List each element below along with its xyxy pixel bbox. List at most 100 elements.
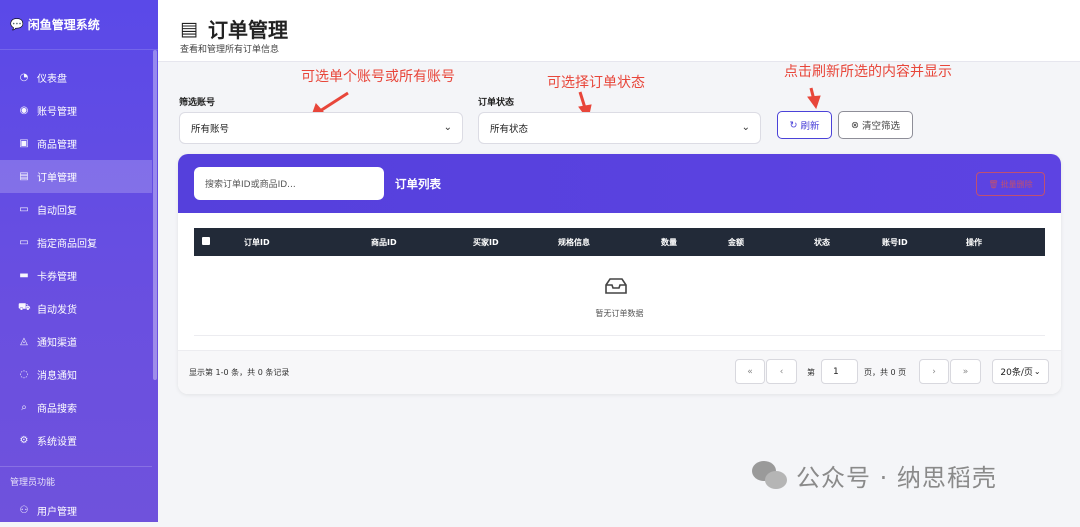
sidebar-item-label: 自动回复 (37, 206, 77, 217)
sidebar-item-label: 卡券管理 (37, 272, 77, 283)
search-icon: ⌕ (21, 402, 27, 413)
sidebar-item-label: 商品管理 (37, 140, 77, 151)
column-header[interactable]: 状态 (814, 237, 830, 248)
order-search-input[interactable]: 搜索订单ID或商品ID... (194, 167, 384, 200)
column-header[interactable]: 订单ID (244, 237, 270, 248)
sidebar-item-7[interactable]: ▬ 卡券管理 (0, 259, 152, 292)
sidebar-item-3[interactable]: ▣ 商品管理 (0, 127, 152, 160)
message-dots-icon: ◌ (19, 369, 29, 380)
status-select[interactable]: 所有状态 ⌄ (478, 112, 761, 144)
status-select-value: 所有状态 (490, 124, 529, 135)
column-header[interactable]: 操作 (966, 237, 982, 248)
sidebar-item-10[interactable]: ◌ 消息通知 (0, 358, 152, 391)
card-icon: ▬ (19, 270, 29, 281)
admin-section-label: 管理员功能 (0, 466, 152, 488)
column-header[interactable]: 商品ID (371, 237, 397, 248)
select-all-checkbox[interactable] (202, 237, 210, 245)
chevron-down-icon: ⌄ (741, 122, 750, 133)
inbox-icon (604, 278, 628, 298)
arrow-head-refresh (807, 95, 821, 110)
chat-icon: ▭ (19, 204, 29, 215)
empty-state: 暂无订单数据 (194, 256, 1045, 336)
first-page-button[interactable]: « (735, 359, 765, 384)
sidebar-item-5[interactable]: ▭ 自动回复 (0, 193, 152, 226)
truck-icon: ⛟ (18, 302, 31, 313)
clear-filter-label: 清空筛选 (861, 121, 900, 132)
dashboard-icon: ◔ (19, 72, 29, 83)
arrow-line-account (319, 91, 349, 113)
user-circle-icon: ◉ (19, 105, 29, 116)
order-list-card: 搜索订单ID或商品ID... 订单列表 🗑 批量删除 订单ID 商品ID 买家ID 规… (178, 154, 1061, 394)
sidebar-item-8[interactable]: ⛟ 自动发货 (0, 292, 152, 325)
chevron-left-icon: ‹ (779, 366, 784, 377)
column-header[interactable]: 金额 (728, 237, 744, 248)
status-filter-label: 订单状态 (478, 98, 515, 108)
bulk-delete-label: 批量删除 (1000, 179, 1033, 189)
sidebar-item-11[interactable]: ⌕ 商品搜索 (0, 391, 152, 424)
sidebar-item-label: 仪表盘 (37, 74, 67, 85)
sidebar-item-label: 消息通知 (37, 371, 77, 382)
search-placeholder: 搜索订单ID或商品ID... (205, 180, 296, 190)
sidebar-item-label: 自动发货 (37, 305, 77, 316)
app-title-text: 闲鱼管理系统 (27, 18, 100, 32)
bell-icon: ◬ (20, 336, 28, 347)
admin-item-label: 用户管理 (37, 507, 77, 518)
wechat-icon (752, 460, 788, 491)
sidebar-item-label: 指定商品回复 (37, 239, 97, 250)
refresh-icon: ↻ (789, 119, 798, 131)
refresh-button-label: 刷新 (800, 121, 820, 132)
sidebar-nav: ◔ 仪表盘 ◉ 账号管理 ▣ 商品管理 ▤ 订单管理 ▭ 自动回复 ▭ 指定商品回复 ▬ 卡券管理 ⛟ 自动发… (0, 61, 152, 457)
double-chevron-right-icon: » (962, 366, 969, 377)
sidebar-item-4[interactable]: ▤ 订单管理 (0, 160, 152, 193)
trash-icon: 🗑 (988, 179, 999, 189)
table-header: 订单ID 商品ID 买家ID 规格信息 数量 金额 状态 账号ID 操作 (194, 228, 1045, 256)
sidebar-item-9[interactable]: ◬ 通知渠道 (0, 325, 152, 358)
sidebar-item-12[interactable]: ⚙ 系统设置 (0, 424, 152, 457)
chevron-right-icon: › (932, 366, 936, 377)
order-list-icon: ▤ (19, 171, 29, 182)
card-title: 订单列表 (395, 177, 441, 191)
last-page-button[interactable]: » (950, 359, 981, 384)
prev-page-button[interactable]: ‹ (766, 359, 797, 384)
refresh-button[interactable]: ↻ 刷新 (777, 111, 832, 139)
page-size-value: 20条/页 (1000, 368, 1033, 378)
chevron-down-icon: ⌄ (443, 122, 452, 133)
chat-square-icon: ▭ (19, 237, 29, 248)
account-select[interactable]: 所有账号 ⌄ (179, 112, 463, 144)
sidebar-item-label: 系统设置 (37, 437, 77, 448)
bulk-delete-button[interactable]: 🗑 批量删除 (976, 172, 1045, 196)
clear-circle-icon: ⊗ (851, 119, 859, 131)
main-content: ▤ 订单管理 查看和管理所有订单信息 可选单个账号或所有账号 可选择订单状态 点… (158, 0, 1080, 522)
next-page-button[interactable]: › (919, 359, 949, 384)
sidebar-item-1[interactable]: ◔ 仪表盘 (0, 61, 152, 94)
sidebar: 💬 闲鱼管理系统 ◔ 仪表盘 ◉ 账号管理 ▣ 商品管理 ▤ 订单管理 ▭ 自动回复 ▭ 指定商品回复… (0, 0, 158, 522)
sidebar-item-2[interactable]: ◉ 账号管理 (0, 94, 152, 127)
box-icon: ▣ (19, 138, 29, 149)
column-header[interactable]: 账号ID (882, 237, 908, 248)
column-header[interactable]: 买家ID (473, 237, 499, 248)
page-prefix: 第 (807, 368, 815, 377)
admin-nav: ⚇ 用户管理 (0, 494, 152, 527)
column-header[interactable]: 数量 (661, 237, 677, 248)
page-size-select[interactable]: 20条/页 ⌄ (992, 359, 1049, 384)
app-title[interactable]: 💬 闲鱼管理系统 (0, 0, 158, 50)
account-filter-label: 筛选账号 (179, 98, 216, 108)
clear-filter-button[interactable]: ⊗ 清空筛选 (838, 111, 913, 139)
double-chevron-left-icon: « (747, 366, 753, 377)
pagination-info: 显示第 1-0 条，共 0 条记录 (189, 368, 290, 377)
sidebar-scrollbar[interactable] (153, 50, 157, 380)
chat-bubble-icon: 💬 (10, 18, 24, 31)
sidebar-item-6[interactable]: ▭ 指定商品回复 (0, 226, 152, 259)
watermark: 公众号 · 纳思稻壳 (752, 458, 997, 493)
column-header[interactable]: 规格信息 (558, 237, 590, 248)
arrow-line-status (578, 91, 587, 109)
page-input[interactable]: 1 (821, 359, 858, 384)
admin-item-1[interactable]: ⚇ 用户管理 (0, 494, 152, 527)
chevron-down-icon: ⌄ (1033, 367, 1041, 376)
account-select-value: 所有账号 (191, 124, 230, 135)
empty-text: 暂无订单数据 (595, 309, 644, 318)
page-input-value: 1 (833, 366, 839, 377)
page-suffix: 页，共 0 页 (864, 368, 907, 377)
sidebar-item-label: 通知渠道 (37, 338, 77, 349)
card-header: 搜索订单ID或商品ID... 订单列表 🗑 批量删除 (178, 154, 1061, 213)
